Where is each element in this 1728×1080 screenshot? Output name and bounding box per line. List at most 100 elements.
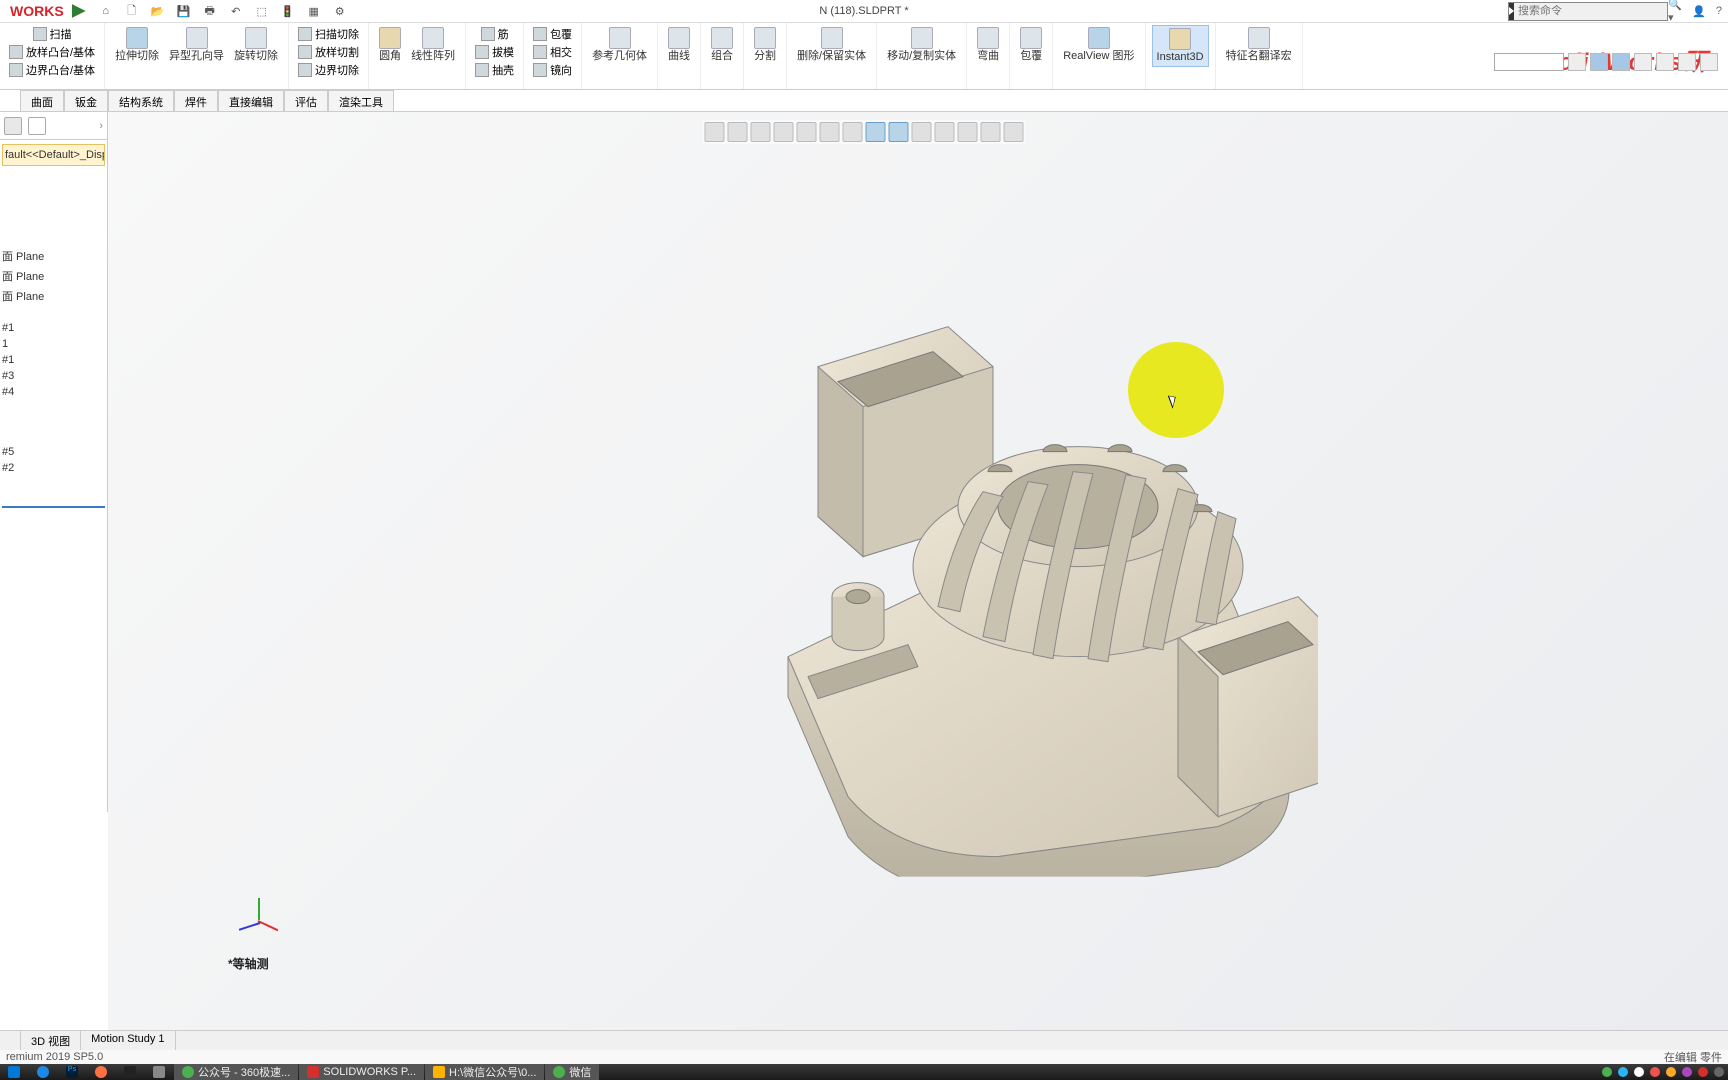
edit-appearance-icon[interactable] bbox=[866, 122, 886, 142]
tab-evaluate[interactable]: 评估 bbox=[284, 90, 328, 111]
wrap-button[interactable]: 包覆 bbox=[530, 25, 575, 43]
shell-button[interactable]: 抽壳 bbox=[472, 61, 517, 79]
graphics-viewport[interactable]: *等轴测 bbox=[108, 112, 1728, 1030]
ref-geom-button[interactable]: 参考几何体 bbox=[588, 25, 651, 65]
realview-button[interactable]: RealView 图形 bbox=[1059, 25, 1138, 65]
task-app-5[interactable] bbox=[116, 1064, 144, 1080]
motion-study-tab[interactable]: Motion Study 1 bbox=[81, 1031, 175, 1050]
section-view-icon[interactable] bbox=[774, 122, 794, 142]
ext-icon-1[interactable] bbox=[1568, 53, 1586, 71]
home-icon[interactable]: ⌂ bbox=[98, 3, 114, 19]
tray-icon[interactable] bbox=[1682, 1067, 1692, 1077]
ext-icon-6[interactable] bbox=[1678, 53, 1696, 71]
play-icon[interactable] bbox=[72, 4, 86, 18]
save-icon[interactable]: 💾 bbox=[176, 3, 192, 19]
wrap2-button[interactable]: 包覆 bbox=[1016, 25, 1046, 65]
part-model[interactable] bbox=[518, 237, 1318, 880]
ext-icon-2[interactable] bbox=[1590, 53, 1608, 71]
draft-button[interactable]: 拔模 bbox=[472, 43, 517, 61]
print-icon[interactable]: 🖶 bbox=[202, 3, 218, 19]
ext-dropdown[interactable] bbox=[1494, 53, 1564, 71]
select-icon[interactable]: ⬚ bbox=[254, 3, 270, 19]
task-photoshop[interactable]: Ps bbox=[58, 1064, 86, 1080]
task-solidworks[interactable]: SOLIDWORKS P... bbox=[299, 1064, 424, 1080]
tree-item[interactable]: #1 bbox=[2, 352, 105, 368]
boundary-cut-button[interactable]: 边界切除 bbox=[295, 61, 362, 79]
task-app-6[interactable] bbox=[145, 1064, 173, 1080]
open-icon[interactable]: 📂 bbox=[150, 3, 166, 19]
settings-icon[interactable]: ⚙ bbox=[332, 3, 348, 19]
fillet-button[interactable]: 圆角 bbox=[375, 25, 405, 65]
model-tab[interactable] bbox=[0, 1031, 21, 1050]
tray-icon[interactable] bbox=[1650, 1067, 1660, 1077]
intersect-button[interactable]: 相交 bbox=[530, 43, 575, 61]
tab-direct-edit[interactable]: 直接编辑 bbox=[218, 90, 284, 111]
loft-button[interactable]: 放样凸台/基体 bbox=[6, 43, 98, 61]
task-wechat[interactable]: 微信 bbox=[545, 1064, 599, 1080]
tray-icon[interactable] bbox=[1634, 1067, 1644, 1077]
translate-macro-button[interactable]: 特征名翻译宏 bbox=[1222, 25, 1296, 65]
new-icon[interactable]: 🗋 bbox=[124, 3, 140, 19]
delete-body-button[interactable]: 删除/保留实体 bbox=[793, 25, 870, 65]
tree-item[interactable]: #5 bbox=[2, 444, 105, 460]
options-icon[interactable]: ▦ bbox=[306, 3, 322, 19]
help-icon[interactable]: ? bbox=[1716, 5, 1722, 18]
loft-cut-button[interactable]: 放样切割 bbox=[295, 43, 362, 61]
zoom-fit-icon[interactable] bbox=[705, 122, 725, 142]
tab-render[interactable]: 渲染工具 bbox=[328, 90, 394, 111]
tree-item[interactable]: #4 bbox=[2, 384, 105, 400]
vt-icon-11[interactable] bbox=[935, 122, 955, 142]
zoom-area-icon[interactable] bbox=[728, 122, 748, 142]
view-settings-icon[interactable] bbox=[912, 122, 932, 142]
task-explorer[interactable]: H:\微信公众号\0... bbox=[425, 1064, 544, 1080]
rib-button[interactable]: 筋 bbox=[478, 25, 512, 43]
tree-item[interactable]: 面 Plane bbox=[2, 286, 105, 306]
vt-icon-13[interactable] bbox=[981, 122, 1001, 142]
revolve-cut-button[interactable]: 旋转切除 bbox=[230, 25, 282, 65]
task-app-4[interactable] bbox=[87, 1064, 115, 1080]
tray-icon[interactable] bbox=[1602, 1067, 1612, 1077]
tray-icon[interactable] bbox=[1714, 1067, 1724, 1077]
instant3d-button[interactable]: Instant3D bbox=[1152, 25, 1209, 67]
ext-icon-4[interactable] bbox=[1634, 53, 1652, 71]
search-dropdown-icon[interactable]: 🔍▾ bbox=[1664, 0, 1686, 24]
prev-view-icon[interactable] bbox=[751, 122, 771, 142]
combine-button[interactable]: 组合 bbox=[707, 25, 737, 65]
flex-button[interactable]: 弯曲 bbox=[973, 25, 1003, 65]
tree-item[interactable]: #2 bbox=[2, 460, 105, 476]
tree-item[interactable]: #1 bbox=[2, 320, 105, 336]
tree-expand-icon[interactable]: › bbox=[99, 120, 103, 132]
ext-icon-3[interactable] bbox=[1612, 53, 1630, 71]
tray-icon[interactable] bbox=[1698, 1067, 1708, 1077]
orientation-triad[interactable] bbox=[238, 890, 288, 940]
tab-sheetmetal[interactable]: 钣金 bbox=[64, 90, 108, 111]
tab-surface[interactable]: 曲面 bbox=[20, 90, 64, 111]
boundary-button[interactable]: 边界凸台/基体 bbox=[6, 61, 98, 79]
move-copy-button[interactable]: 移动/复制实体 bbox=[883, 25, 960, 65]
tree-item[interactable]: 1 bbox=[2, 336, 105, 352]
curves-button[interactable]: 曲线 bbox=[664, 25, 694, 65]
hole-wizard-button[interactable]: 异型孔向导 bbox=[165, 25, 228, 65]
tab-weldment[interactable]: 焊件 bbox=[174, 90, 218, 111]
3d-views-tab[interactable]: 3D 视图 bbox=[21, 1031, 81, 1050]
feature-manager-tree[interactable]: › fault<<Default>_Displa 面 Plane 面 Plane… bbox=[0, 112, 108, 812]
task-360browser[interactable]: 公众号 - 360极速... bbox=[174, 1064, 298, 1080]
sweep-cut-button[interactable]: 扫描切除 bbox=[295, 25, 362, 43]
sweep-button[interactable]: 扫描 bbox=[30, 25, 75, 43]
display-style-icon[interactable] bbox=[820, 122, 840, 142]
tree-item[interactable]: #3 bbox=[2, 368, 105, 384]
task-start[interactable] bbox=[0, 1064, 28, 1080]
apply-scene-icon[interactable] bbox=[889, 122, 909, 142]
ext-icon-5[interactable] bbox=[1656, 53, 1674, 71]
extrude-cut-button[interactable]: 拉伸切除 bbox=[111, 25, 163, 65]
hide-show-icon[interactable] bbox=[843, 122, 863, 142]
tray-icon[interactable] bbox=[1618, 1067, 1628, 1077]
user-icon[interactable]: 👤 bbox=[1692, 5, 1706, 18]
linear-pattern-button[interactable]: 线性阵列 bbox=[407, 25, 459, 65]
task-browser[interactable] bbox=[29, 1064, 57, 1080]
tree-tab-property-icon[interactable] bbox=[28, 117, 46, 135]
tree-item[interactable]: 面 Plane bbox=[2, 266, 105, 286]
search-input[interactable] bbox=[1514, 5, 1664, 17]
vt-icon-12[interactable] bbox=[958, 122, 978, 142]
tray-icon[interactable] bbox=[1666, 1067, 1676, 1077]
